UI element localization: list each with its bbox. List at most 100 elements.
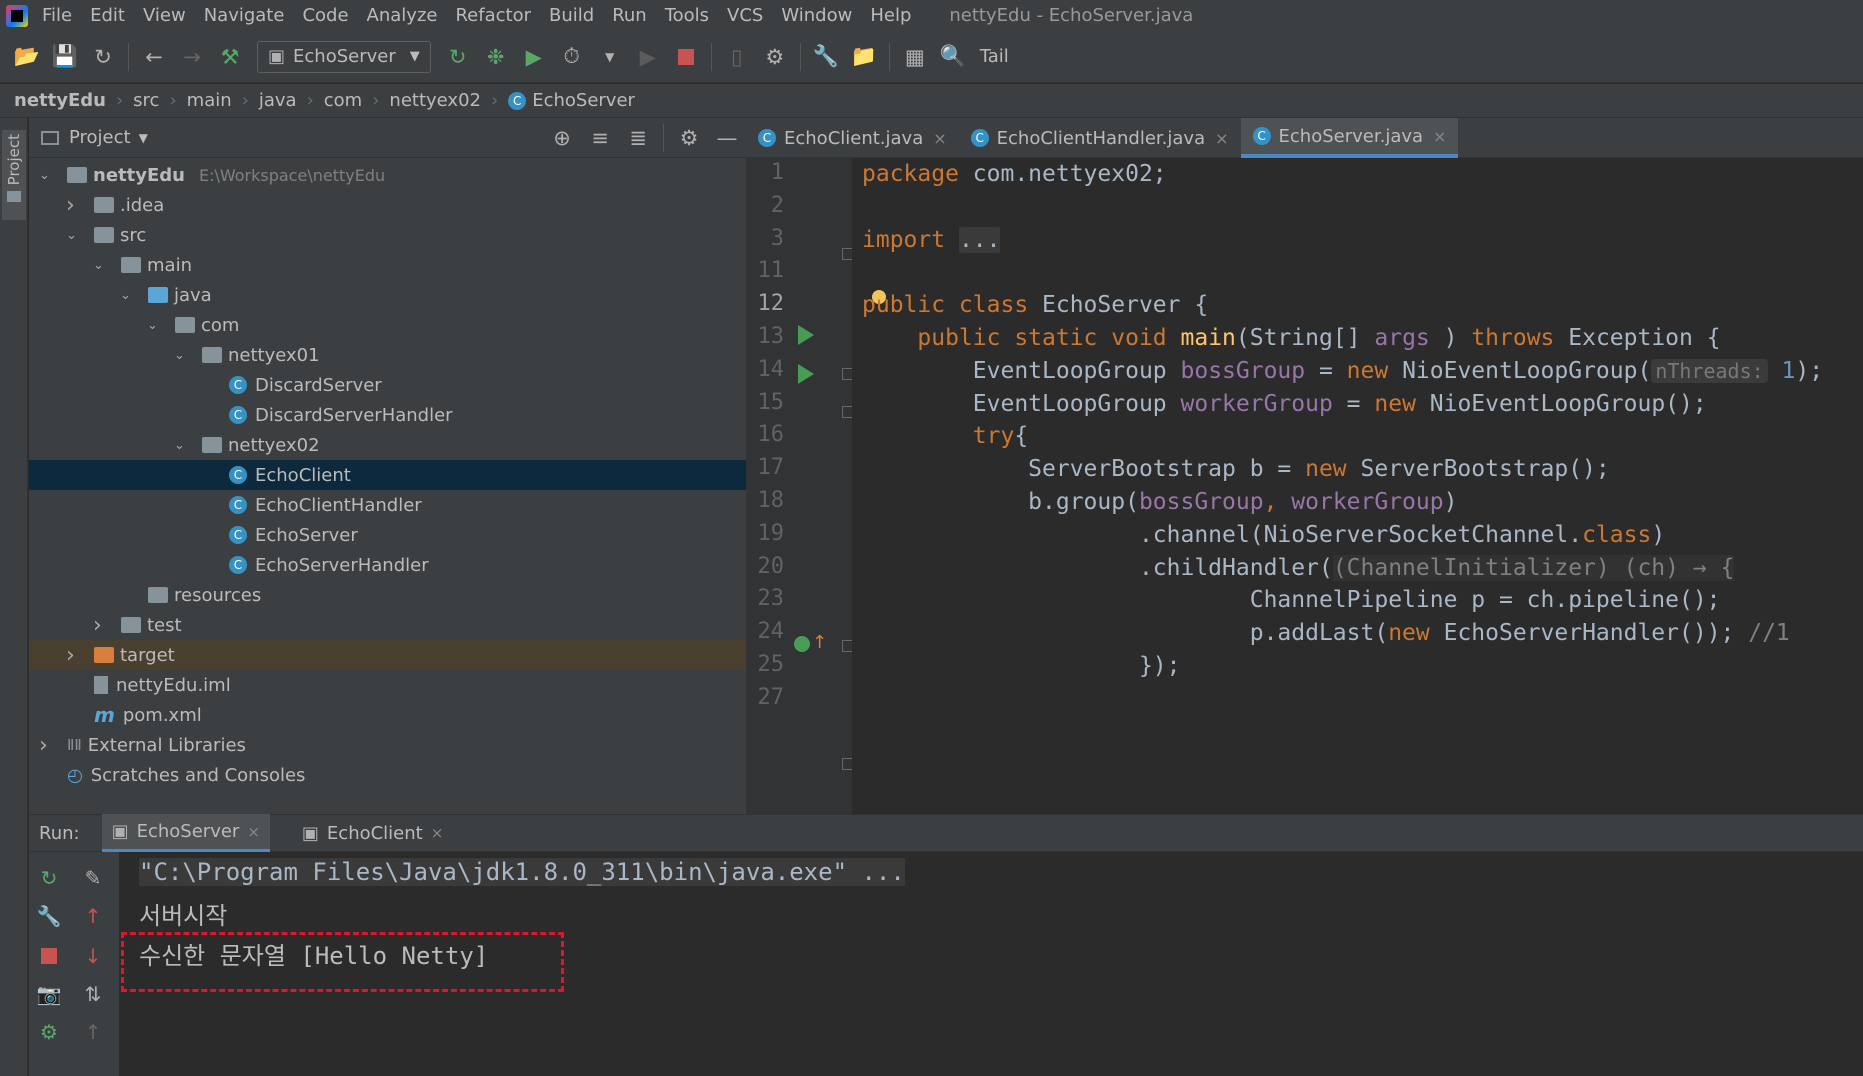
- chevron-down-icon[interactable]: ⌄: [120, 288, 134, 303]
- close-icon[interactable]: ×: [1215, 129, 1228, 148]
- soft-wrap-icon[interactable]: ⇅: [79, 980, 107, 1008]
- tree-item[interactable]: m pom.xml: [29, 700, 746, 730]
- tree-item[interactable]: › .idea: [29, 190, 746, 220]
- tree-item[interactable]: C DiscardServer: [29, 370, 746, 400]
- tree-item[interactable]: C EchoServerHandler: [29, 550, 746, 580]
- tree-item[interactable]: ⌄ src: [29, 220, 746, 250]
- code-editor[interactable]: package com.nettyex02; import ... public c…: [852, 158, 1863, 814]
- tail-button[interactable]: Tail: [980, 46, 1009, 67]
- device-icon[interactable]: ▯: [724, 44, 750, 70]
- scroll-down-icon[interactable]: ↓: [79, 942, 107, 970]
- chevron-right-icon[interactable]: ›: [66, 643, 80, 668]
- chevron-down-icon[interactable]: ⌄: [174, 348, 188, 363]
- close-icon[interactable]: ×: [933, 129, 946, 148]
- run-with-coverage-icon[interactable]: ▶: [521, 44, 547, 70]
- editor-tab[interactable]: C EchoServer.java ×: [1240, 118, 1459, 158]
- close-icon[interactable]: ×: [247, 823, 260, 841]
- breadcrumb-item[interactable]: java: [259, 90, 297, 111]
- chevron-down-icon[interactable]: ▼: [139, 131, 148, 145]
- run-tab[interactable]: ▣ EchoServer ×: [101, 814, 270, 852]
- chevron-down-icon[interactable]: ⌄: [66, 228, 80, 243]
- chevron-right-icon[interactable]: ›: [66, 193, 80, 218]
- run-main-gutter-icon[interactable]: [798, 364, 814, 384]
- clear-console-icon[interactable]: ✎: [79, 864, 107, 892]
- menu-tools[interactable]: Tools: [665, 5, 709, 26]
- close-icon[interactable]: ×: [431, 824, 444, 842]
- project-structure-icon[interactable]: 📁: [851, 44, 877, 70]
- tree-item[interactable]: ⌄ main: [29, 250, 746, 280]
- menu-file[interactable]: File: [42, 5, 72, 26]
- override-arrow-icon[interactable]: ↑: [812, 632, 827, 653]
- run-class-gutter-icon[interactable]: [798, 325, 814, 345]
- save-icon[interactable]: 💾: [52, 44, 78, 70]
- breadcrumb-item[interactable]: main: [187, 90, 232, 111]
- run-configuration-select[interactable]: ▣ EchoServer ▼: [257, 40, 431, 73]
- chevron-down-icon[interactable]: ⌄: [174, 438, 188, 453]
- tree-item[interactable]: C DiscardServerHandler: [29, 400, 746, 430]
- maven-update-icon[interactable]: ⚙: [762, 44, 788, 70]
- tree-item[interactable]: C EchoClientHandler: [29, 490, 746, 520]
- menu-vcs[interactable]: VCS: [727, 5, 763, 26]
- tree-item[interactable]: ◴ Scratches and Consoles: [29, 760, 746, 790]
- up-stack-icon[interactable]: ↑: [79, 1018, 107, 1046]
- tree-item[interactable]: nettyEdu.iml: [29, 670, 746, 700]
- stop-icon[interactable]: [35, 942, 63, 970]
- run-tab[interactable]: ▣ EchoClient ×: [292, 814, 453, 852]
- debug-icon[interactable]: ❉: [483, 44, 509, 70]
- menu-edit[interactable]: Edit: [90, 5, 125, 26]
- breadcrumb-item[interactable]: src: [133, 90, 159, 111]
- tree-item[interactable]: ⌄ com: [29, 310, 746, 340]
- chevron-down-icon[interactable]: ⌄: [93, 258, 107, 273]
- collapse-all-icon[interactable]: ≣: [625, 125, 651, 151]
- tree-item[interactable]: ⌄ java: [29, 280, 746, 310]
- hide-panel-icon[interactable]: —: [714, 125, 740, 151]
- rerun-icon[interactable]: ↻: [35, 864, 63, 892]
- menu-view[interactable]: View: [143, 5, 186, 26]
- open-folder-icon[interactable]: 📂: [14, 44, 40, 70]
- menu-analyze[interactable]: Analyze: [367, 5, 438, 26]
- restore-layout-icon[interactable]: ⚙: [35, 1018, 63, 1046]
- menu-build[interactable]: Build: [549, 5, 594, 26]
- chevron-down-icon[interactable]: ⌄: [39, 168, 53, 183]
- menu-help[interactable]: Help: [870, 5, 911, 26]
- build-hammer-icon[interactable]: ⚒: [217, 44, 243, 70]
- expand-all-icon[interactable]: ≡: [587, 125, 613, 151]
- tree-item[interactable]: resources: [29, 580, 746, 610]
- camera-icon[interactable]: 📷: [35, 980, 63, 1008]
- search-icon[interactable]: 🔍: [940, 44, 966, 70]
- tree-item[interactable]: C EchoClient: [29, 460, 746, 490]
- implementation-gutter-icon[interactable]: [794, 636, 810, 652]
- tree-item[interactable]: › test: [29, 610, 746, 640]
- wrench-icon[interactable]: 🔧: [35, 902, 63, 930]
- back-icon[interactable]: ←: [141, 44, 167, 70]
- breadcrumb-item[interactable]: nettyEdu: [14, 90, 106, 111]
- project-tool-window-button[interactable]: Project: [2, 130, 26, 220]
- terminal-icon[interactable]: ▦: [902, 44, 928, 70]
- menu-run[interactable]: Run: [612, 5, 647, 26]
- breadcrumb-item[interactable]: com: [324, 90, 362, 111]
- tree-item[interactable]: ⌄ nettyex01: [29, 340, 746, 370]
- profile-icon[interactable]: ⏱: [559, 44, 585, 70]
- forward-icon[interactable]: →: [179, 44, 205, 70]
- menu-refactor[interactable]: Refactor: [455, 5, 531, 26]
- menu-navigate[interactable]: Navigate: [204, 5, 285, 26]
- tree-item[interactable]: ⌄ nettyEdu E:\Workspace\nettyEdu: [29, 160, 746, 190]
- wrench-settings-icon[interactable]: 🔧: [813, 44, 839, 70]
- scroll-up-icon[interactable]: ↑: [79, 902, 107, 930]
- more-run-options-icon[interactable]: ▼: [597, 44, 623, 70]
- tree-item[interactable]: › ⅡⅡ External Libraries: [29, 730, 746, 760]
- breadcrumb-item[interactable]: nettyex02: [389, 90, 481, 111]
- menu-code[interactable]: Code: [302, 5, 348, 26]
- chevron-right-icon[interactable]: ›: [93, 613, 107, 638]
- project-view-select[interactable]: Project: [69, 127, 131, 148]
- stop-icon[interactable]: [673, 44, 699, 70]
- breadcrumb-item[interactable]: EchoServer: [532, 90, 635, 111]
- locate-target-icon[interactable]: ⊕: [549, 125, 575, 151]
- editor-tab[interactable]: C EchoClient.java ×: [746, 118, 959, 158]
- editor-tab[interactable]: C EchoClientHandler.java ×: [959, 118, 1241, 158]
- menu-window[interactable]: Window: [781, 5, 852, 26]
- run-icon[interactable]: ▶: [635, 44, 661, 70]
- tree-item[interactable]: ⌄ nettyex02: [29, 430, 746, 460]
- chevron-right-icon[interactable]: ›: [39, 733, 53, 758]
- chevron-down-icon[interactable]: ⌄: [147, 318, 161, 333]
